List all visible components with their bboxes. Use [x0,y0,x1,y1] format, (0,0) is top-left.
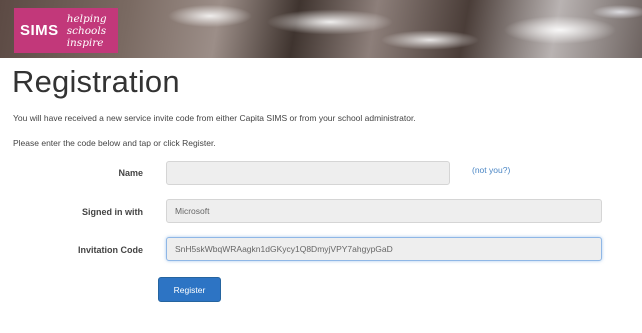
register-button[interactable]: Register [158,277,221,302]
logo-tagline: helping schools inspire [67,13,107,49]
tagline-line-3: inspire [66,36,104,49]
page-title: Registration [12,64,180,99]
not-you-link[interactable]: (not you?) [472,165,510,175]
invitation-code-label: Invitation Code [78,245,143,255]
signed-in-with-label: Signed in with [82,207,143,217]
name-label: Name [118,168,143,178]
sims-logo: SIMS helping schools inspire [14,8,118,53]
info-text-invite: You will have received a new service inv… [13,113,416,123]
signed-in-with-field [166,199,602,223]
name-input[interactable] [166,161,450,185]
info-text-instructions: Please enter the code below and tap or c… [13,138,216,148]
header-banner: SIMS helping schools inspire [0,0,642,58]
tagline-line-2: schools [66,24,107,37]
tagline-line-1: helping [66,12,107,25]
logo-text: SIMS [20,22,59,39]
invitation-code-input[interactable] [166,237,602,261]
